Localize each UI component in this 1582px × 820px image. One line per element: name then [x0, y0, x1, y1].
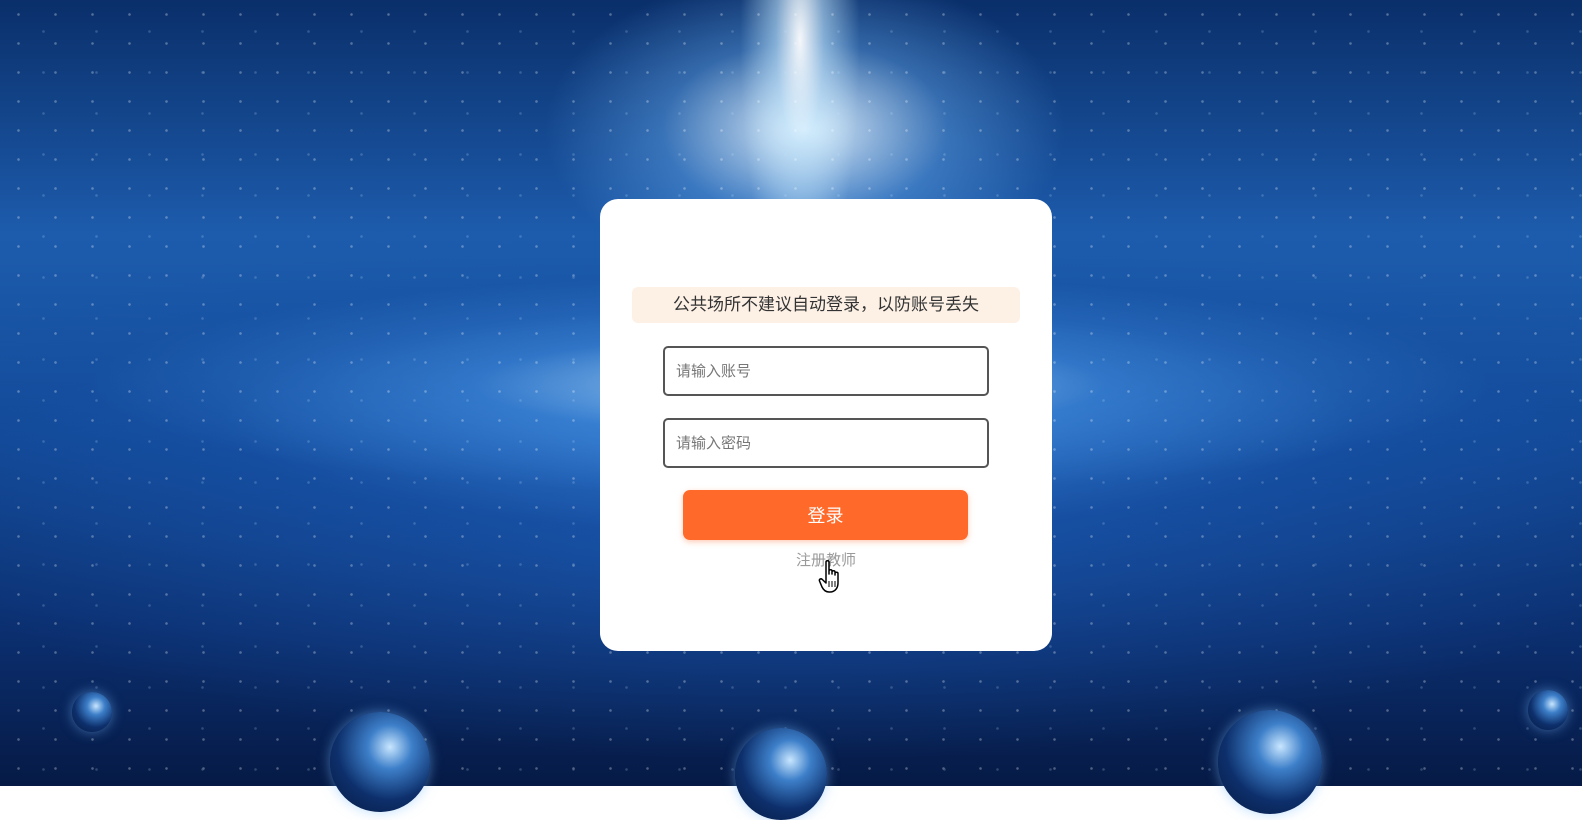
account-input[interactable]: [663, 346, 989, 396]
planet-left: [330, 712, 430, 812]
planet-center: [735, 728, 827, 820]
planet-right: [1218, 710, 1322, 814]
login-button[interactable]: 登录: [683, 490, 968, 540]
auto-login-notice: 公共场所不建议自动登录，以防账号丢失: [632, 287, 1020, 323]
password-input[interactable]: [663, 418, 989, 468]
hand-pointer-icon: [818, 559, 839, 593]
planet-small-right: [1528, 690, 1568, 730]
planet-small-left: [72, 692, 112, 732]
